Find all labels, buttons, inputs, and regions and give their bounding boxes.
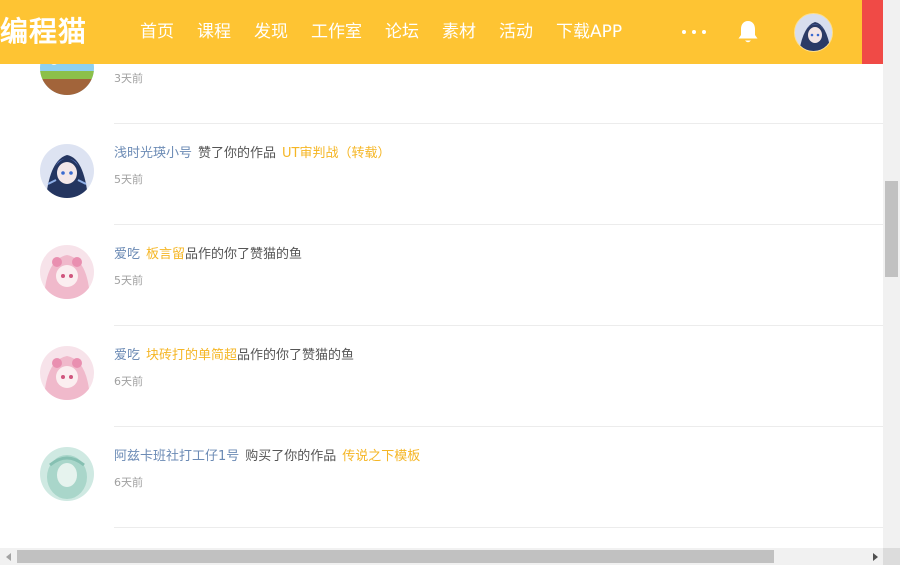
user-link[interactable]: 爱吃 — [114, 247, 140, 262]
nav-discover[interactable]: 发现 — [254, 0, 288, 64]
list-item: 爱吃 块砖打的单简超品作的你了赞猫的鱼 6天前 — [0, 326, 883, 427]
list-item: 阿兹卡班社打工仔1号 购买了你的作品 传说之下模板 6天前 — [0, 427, 883, 528]
site-logo[interactable]: 编程猫 — [0, 13, 87, 51]
top-nav-bar: 编程猫 首页 课程 发现 工作室 论坛 素材 活动 下载APP — [0, 0, 883, 64]
list-item: 3天前 — [0, 64, 883, 124]
scrollbar-corner — [883, 548, 900, 565]
nav-studio[interactable]: 工作室 — [311, 0, 362, 64]
nav-download-app[interactable]: 下载APP — [556, 0, 622, 64]
timestamp: 5天前 — [114, 173, 143, 186]
divider — [114, 527, 883, 528]
horizontal-scrollbar-thumb[interactable] — [17, 550, 774, 563]
work-link[interactable]: 板言留 — [146, 247, 185, 262]
action-text: 购买了你的作品 — [245, 449, 337, 464]
timestamp: 5天前 — [114, 274, 143, 287]
action-text: 赞了你的作品 — [198, 146, 277, 161]
nav-courses[interactable]: 课程 — [197, 0, 231, 64]
notification-text: 爱吃 块砖打的单简超品作的你了赞猫的鱼 — [114, 347, 354, 365]
user-link[interactable]: 阿兹卡班社打工仔1号 — [114, 449, 239, 464]
user-link[interactable]: 爱吃 — [114, 348, 140, 363]
bell-icon[interactable] — [736, 19, 760, 45]
user-avatar[interactable] — [40, 245, 94, 299]
notification-text: 爱吃 板言留品作的你了赞猫的鱼 — [114, 246, 302, 264]
action-text: 品作的你了赞猫的鱼 — [237, 348, 355, 363]
more-dots-icon[interactable] — [682, 22, 706, 42]
notification-text: 阿兹卡班社打工仔1号 购买了你的作品 传说之下模板 — [114, 448, 420, 466]
user-avatar[interactable] — [40, 346, 94, 400]
scroll-right-arrow-icon[interactable] — [866, 548, 883, 565]
list-item: 浅时光瑛小号 赞了你的作品 UT审判战（转载） 5天前 — [0, 124, 883, 225]
work-link[interactable]: 块砖打的单简超 — [146, 348, 237, 363]
notification-list: 3天前 浅时光瑛小号 赞了你的作品 UT审判战（转载） 5天前 爱吃 板言留品作… — [0, 64, 883, 548]
notification-text: 浅时光瑛小号 赞了你的作品 UT审判战（转载） — [114, 145, 391, 163]
scroll-left-arrow-icon[interactable] — [0, 548, 17, 565]
work-link[interactable]: 传说之下模板 — [342, 449, 420, 464]
timestamp: 6天前 — [114, 476, 143, 489]
nav-home[interactable]: 首页 — [140, 0, 174, 64]
nav-events[interactable]: 活动 — [499, 0, 533, 64]
nav-forum[interactable]: 论坛 — [385, 0, 419, 64]
header-edge-accent — [862, 0, 883, 64]
user-avatar[interactable] — [40, 447, 94, 501]
user-link[interactable]: 浅时光瑛小号 — [114, 146, 192, 161]
user-avatar[interactable] — [40, 144, 94, 198]
user-avatar[interactable] — [40, 64, 94, 95]
timestamp: 6天前 — [114, 375, 143, 388]
list-item: 爱吃 板言留品作的你了赞猫的鱼 5天前 — [0, 225, 883, 326]
timestamp: 3天前 — [114, 72, 143, 85]
action-text: 品作的你了赞猫的鱼 — [185, 247, 303, 262]
main-nav: 首页 课程 发现 工作室 论坛 素材 活动 下载APP — [140, 0, 645, 64]
nav-materials[interactable]: 素材 — [442, 0, 476, 64]
work-link[interactable]: UT审判战（转载） — [282, 146, 390, 161]
vertical-scrollbar-thumb[interactable] — [885, 181, 898, 277]
user-avatar[interactable] — [794, 13, 833, 52]
